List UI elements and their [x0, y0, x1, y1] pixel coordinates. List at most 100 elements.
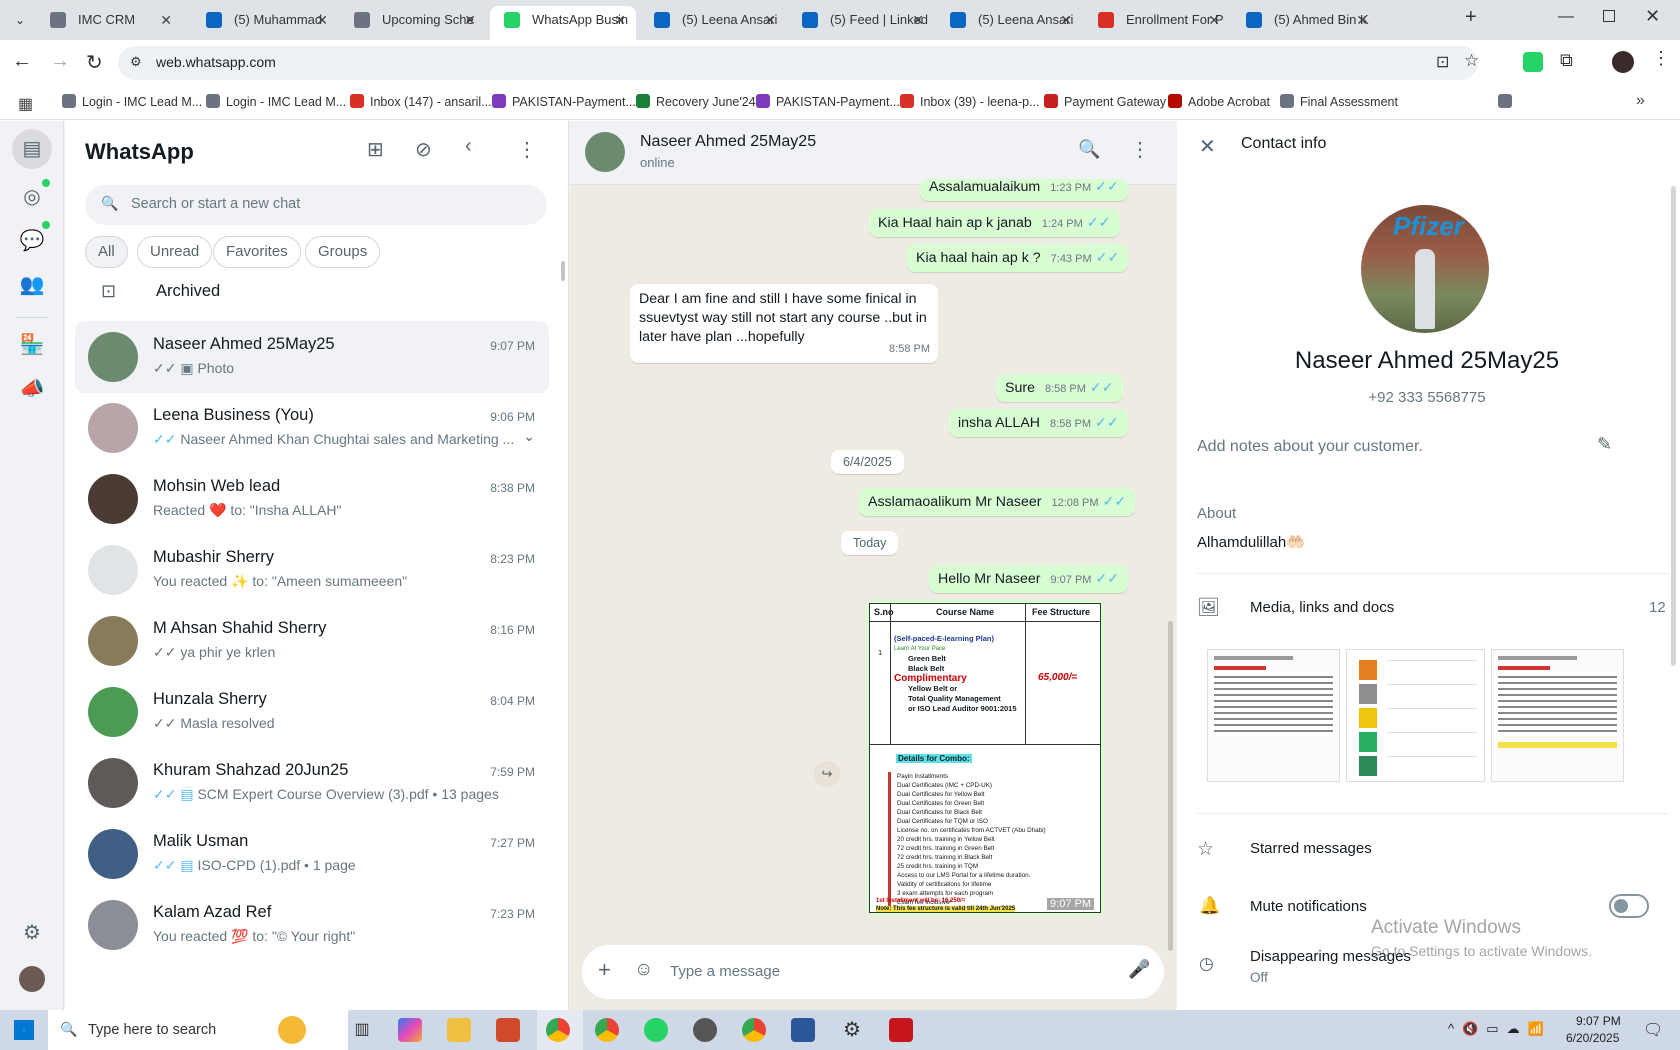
- message-bubble[interactable]: Kia Haal hain ap k janab 1:24 PM ✓✓: [869, 209, 1120, 237]
- lock-chats-icon[interactable]: ⊘: [415, 137, 432, 162]
- chats-icon[interactable]: ▤: [12, 129, 52, 169]
- browser-menu-icon[interactable]: ⋮: [1652, 48, 1670, 69]
- bookmark-item[interactable]: Login - IMC Lead M...: [62, 94, 202, 109]
- collapse-icon[interactable]: ‹: [465, 135, 472, 158]
- message-bubble[interactable]: Sure 8:58 PM ✓✓: [996, 374, 1123, 402]
- filter-groups[interactable]: Groups: [305, 236, 381, 268]
- message-bubble[interactable]: Kia haal hain ap k ? 7:43 PM ✓✓: [907, 244, 1129, 272]
- media-thumb[interactable]: [1207, 649, 1340, 782]
- tab-close-icon[interactable]: ✕: [464, 6, 476, 34]
- url-box[interactable]: ⚙ web.whatsapp.com ⊡ ☆: [118, 46, 1479, 80]
- chat-avatar[interactable]: [88, 545, 138, 595]
- bookmark-star-icon[interactable]: ☆: [1464, 51, 1479, 71]
- image-message[interactable]: S.no Course Name Fee Structure 1 (Self-p…: [866, 600, 1104, 916]
- browser-tab[interactable]: (5) Ahmed Bin K ✕: [1232, 6, 1378, 40]
- microphone-icon[interactable]: 🎤: [1128, 959, 1150, 980]
- browser-tab[interactable]: Upcoming Sche ✕: [340, 6, 486, 40]
- message-bubble[interactable]: Dear I am fine and still I have some fin…: [630, 284, 938, 363]
- chat-list-item[interactable]: Malik Usman 7:27 PM ✓✓ ▤ ISO-CPD (1).pdf •…: [75, 818, 549, 890]
- browser-tab[interactable]: (5) Muhammad ✕: [192, 6, 338, 40]
- attach-icon[interactable]: +: [598, 957, 611, 983]
- status-icon[interactable]: ◎: [18, 183, 46, 211]
- bookmark-item[interactable]: Adobe Acrobat: [1168, 94, 1270, 109]
- tab-close-icon[interactable]: ✕: [1208, 6, 1220, 34]
- apps-grid-icon[interactable]: ▦: [18, 94, 33, 114]
- contact-photo[interactable]: Pfizer: [1361, 205, 1489, 333]
- conversation-header[interactable]: Naseer Ahmed 25May25 online 🔍 ⋮: [570, 121, 1176, 185]
- acrobat-icon[interactable]: [889, 1018, 913, 1042]
- tab-close-icon[interactable]: ✕: [1060, 6, 1072, 34]
- emoji-icon[interactable]: ☺: [634, 959, 653, 981]
- bookmark-item[interactable]: Login - IMC Lead M...: [206, 94, 346, 109]
- task-view-icon[interactable]: ▥: [350, 1018, 374, 1042]
- filter-unread[interactable]: Unread: [137, 236, 213, 268]
- new-tab-icon[interactable]: +: [1465, 6, 1477, 29]
- chat-list-item[interactable]: Leena Business (You) 9:06 PM ✓✓ Naseer Ahm…: [75, 392, 549, 464]
- browser-tab[interactable]: IMC CRM ✕: [36, 6, 182, 40]
- install-app-icon[interactable]: ⊡: [1436, 52, 1449, 72]
- app-icon[interactable]: [693, 1018, 717, 1042]
- conversation-menu-icon[interactable]: ⋮: [1130, 137, 1150, 162]
- tab-close-icon[interactable]: ✕: [1356, 6, 1368, 34]
- tab-close-icon[interactable]: ✕: [316, 6, 328, 34]
- chat-avatar[interactable]: [88, 829, 138, 879]
- start-icon[interactable]: [14, 1020, 34, 1040]
- word-icon[interactable]: [791, 1018, 815, 1042]
- bookmark-item[interactable]: PAKISTAN-Payment...: [492, 94, 636, 109]
- tab-close-icon[interactable]: ✕: [160, 6, 172, 34]
- chrome-icon[interactable]: [546, 1018, 570, 1042]
- conversation-contact-name[interactable]: Naseer Ahmed 25May25: [640, 133, 816, 151]
- whatsapp-icon[interactable]: [644, 1018, 668, 1042]
- channels-icon[interactable]: 💬: [18, 227, 46, 255]
- menu-icon[interactable]: ⋮: [517, 137, 537, 162]
- media-thumb[interactable]: [1346, 649, 1485, 782]
- new-chat-icon[interactable]: ⊞: [367, 137, 384, 162]
- conversation-search-icon[interactable]: 🔍: [1078, 139, 1100, 160]
- forward-icon[interactable]: ↪: [814, 761, 840, 787]
- taskbar-search-input[interactable]: Type here to search: [88, 1022, 216, 1038]
- clock-time[interactable]: 9:07 PM: [1576, 1014, 1621, 1028]
- chat-avatar[interactable]: [88, 687, 138, 737]
- chat-list-item[interactable]: Khuram Shahzad 20Jun25 7:59 PM ✓✓ ▤ SCM Ex…: [75, 747, 549, 819]
- message-bubble[interactable]: Asslamaoalikum Mr Naseer 12:08 PM ✓✓: [859, 488, 1136, 516]
- bookmark-item[interactable]: Inbox (39) - leena-p...: [900, 94, 1040, 109]
- settings-app-icon[interactable]: ⚙: [840, 1018, 864, 1042]
- back-icon[interactable]: ←: [12, 50, 32, 73]
- tray-icons[interactable]: ^🔇▭☁📶: [1448, 1021, 1552, 1037]
- chat-avatar[interactable]: [88, 403, 138, 453]
- mute-toggle[interactable]: [1609, 894, 1649, 918]
- extension-whatsapp-icon[interactable]: [1523, 52, 1543, 72]
- minimize-button[interactable]: —: [1558, 8, 1574, 26]
- conversation-scrollbar[interactable]: [1168, 621, 1173, 951]
- fee-structure-image[interactable]: S.no Course Name Fee Structure 1 (Self-p…: [869, 603, 1101, 913]
- reload-icon[interactable]: ↻: [86, 50, 103, 75]
- search-input[interactable]: Search or start a new chat: [131, 196, 300, 212]
- chevron-down-icon[interactable]: ⌄: [523, 428, 535, 445]
- contact-avatar[interactable]: [585, 132, 625, 172]
- chat-list-item[interactable]: Naseer Ahmed 25May25 9:07 PM ✓✓ ▣ Photo: [75, 321, 549, 393]
- chrome-icon[interactable]: [742, 1018, 766, 1042]
- message-bubble[interactable]: insha ALLAH 8:58 PM ✓✓: [949, 409, 1128, 437]
- communities-icon[interactable]: 👥: [18, 271, 46, 299]
- bookmark-item[interactable]: PAKISTAN-Payment...: [756, 94, 900, 109]
- site-info-icon[interactable]: ⚙: [130, 54, 142, 70]
- chrome-icon[interactable]: [595, 1018, 619, 1042]
- copilot-icon[interactable]: [398, 1018, 422, 1042]
- taskbar-search-box[interactable]: 🔍 Type here to search: [48, 1010, 348, 1050]
- extensions-icon[interactable]: ⧉: [1560, 50, 1573, 71]
- bookmark-item[interactable]: Final Assessment: [1280, 94, 1398, 109]
- tab-close-icon[interactable]: ✕: [764, 6, 776, 34]
- close-contact-icon[interactable]: ✕: [1199, 134, 1216, 159]
- browser-tab[interactable]: (5) Leena Ansari ✕: [640, 6, 786, 40]
- restore-button[interactable]: [1603, 10, 1615, 22]
- media-row[interactable]: 🖼 Media, links and docs 12: [1197, 597, 1669, 627]
- bookmark-item[interactable]: Inbox (147) - ansaril...: [350, 94, 492, 109]
- tab-search-button[interactable]: ⌄: [8, 8, 32, 32]
- app-icon[interactable]: [496, 1018, 520, 1042]
- message-bubble[interactable]: Assalamualaikum 1:23 PM ✓✓: [920, 179, 1128, 201]
- chat-list-item[interactable]: Mohsin Web lead 8:38 PM Reacted ❤️ to: "In…: [75, 463, 549, 535]
- file-explorer-icon[interactable]: [447, 1018, 471, 1042]
- profile-avatar[interactable]: [1612, 51, 1634, 73]
- chat-avatar[interactable]: [88, 332, 138, 382]
- browser-tab[interactable]: (5) Leena Ansari ✕: [936, 6, 1082, 40]
